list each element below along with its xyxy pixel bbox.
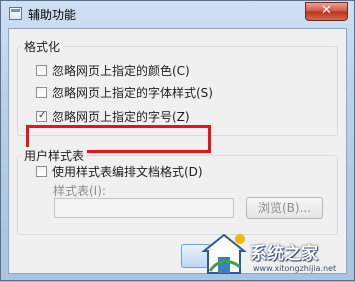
watermark-text: 系统之家 [250, 244, 318, 264]
check-mark-icon: ✓ [38, 110, 47, 121]
ignore-font-sizes-label[interactable]: 忽略网页上指定的字号(Z) [52, 109, 190, 125]
browse-button[interactable]: 浏览(B)... [246, 197, 323, 219]
use-stylesheet-checkbox[interactable] [36, 166, 47, 177]
ignore-font-styles-label[interactable]: 忽略网页上指定的字体样式(S) [52, 85, 213, 101]
ignore-font-sizes-checkbox[interactable]: ✓ [36, 110, 47, 122]
formatting-group-label: 格式化 [21, 38, 64, 55]
accessibility-dialog: 辅助功能 ✕ 格式化 忽略网页上指定的颜色(C) 忽略网页上指定的字体样式(S)… [0, 0, 355, 281]
window-title: 辅助功能 [28, 8, 77, 22]
window-icon [9, 7, 22, 20]
stylesheet-field-label: 样式表(I): [53, 184, 106, 198]
watermark-logo: 系统之家 www.xitongzhijia.net [200, 227, 355, 282]
user-stylesheet-group-label: 用户样式表 [21, 147, 88, 164]
stylesheet-path-input[interactable] [54, 198, 234, 218]
watermark-url: www.xitongzhijia.net [253, 264, 337, 273]
ignore-font-styles-checkbox[interactable] [36, 87, 47, 98]
use-stylesheet-label[interactable]: 使用样式表编排文档格式(D) [52, 164, 203, 180]
close-button[interactable]: ✕ [305, 2, 348, 21]
ignore-colors-label[interactable]: 忽略网页上指定的颜色(C) [52, 63, 190, 79]
title-bar[interactable]: 辅助功能 ✕ [1, 1, 354, 27]
ignore-colors-checkbox[interactable] [36, 65, 47, 76]
house-logo-icon [201, 233, 247, 274]
